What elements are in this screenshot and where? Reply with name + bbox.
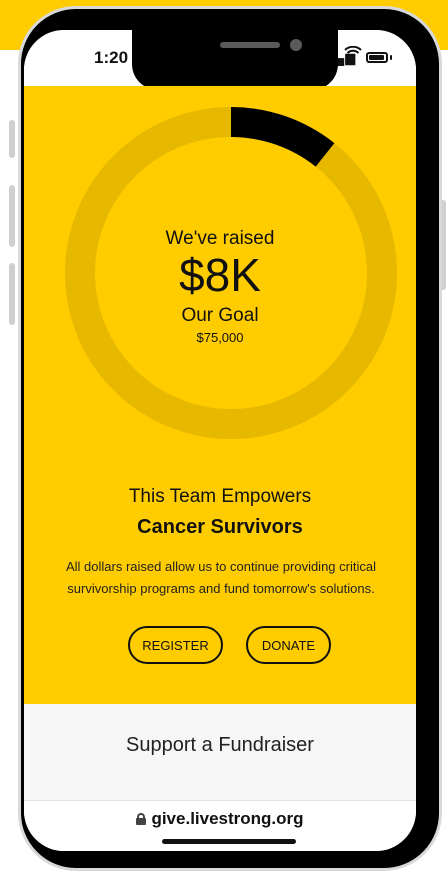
team-heading: This Team Empowers [128,486,312,507]
progress-ring-fill [230,107,335,167]
wifi-icon [344,45,362,65]
donate-button[interactable]: DONATE [246,626,331,664]
raised-label: We've raised [165,228,275,249]
front-camera [290,39,302,51]
url-text[interactable]: give.livestrong.org [151,809,303,829]
status-time: 1:20 [94,48,129,67]
url-display[interactable]: give.livestrong.org [24,809,416,829]
volume-down-button [9,263,15,325]
register-button[interactable]: REGISTER [128,626,223,664]
battery-tip [390,55,392,60]
speaker-grille [220,42,280,48]
goal-label: Our Goal [181,305,259,326]
device-notch [132,30,338,90]
raised-amount: $8K [179,249,261,301]
support-fundraiser-heading[interactable]: Support a Fundraiser [24,734,416,757]
lock-icon [136,813,147,825]
fundraising-hero: We've raised $8K Our Goal $75,000 This T… [24,86,416,704]
home-indicator[interactable] [162,839,296,844]
phone-screen: 1:20 ▂▄▆ We've raised $8K Our Goal $75,0… [24,30,416,851]
browser-url-bar[interactable]: give.livestrong.org [24,800,416,851]
battery-icon [366,52,388,63]
team-description: All dollars raised allow us to continue … [66,559,376,596]
volume-up-button [9,185,15,247]
goal-amount: $75,000 [196,330,244,345]
team-subheading: Cancer Survivors [137,516,303,538]
support-section: Support a Fundraiser [24,704,416,800]
mute-switch [9,120,15,158]
